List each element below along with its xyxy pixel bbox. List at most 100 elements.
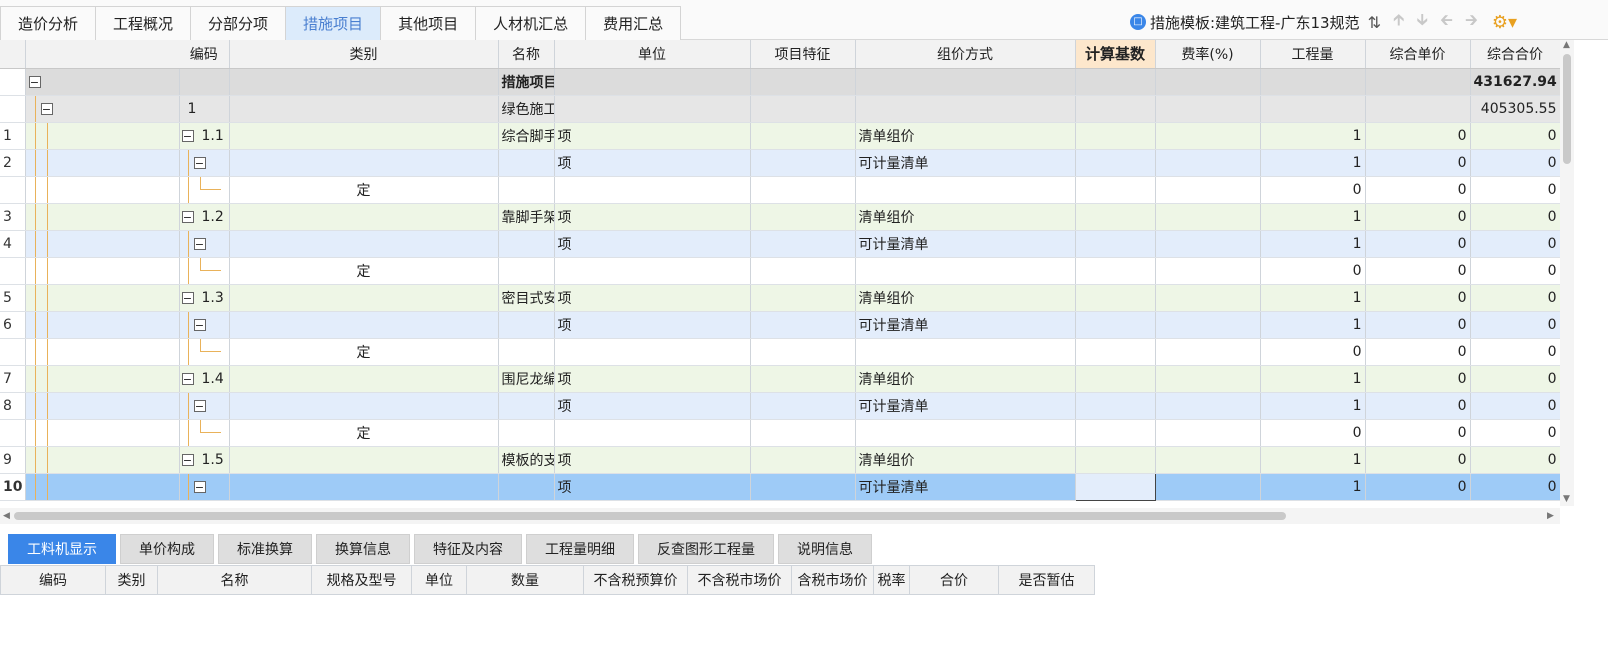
detail-column-header-7[interactable]: 不含税市场价 xyxy=(687,565,792,595)
rate-cell[interactable] xyxy=(1155,338,1261,366)
collapse-icon[interactable]: − xyxy=(193,238,206,250)
feature-cell[interactable] xyxy=(750,446,856,474)
calc-base-cell[interactable] xyxy=(1075,311,1156,339)
method-cell[interactable] xyxy=(855,257,1076,285)
table-row[interactable]: 定000[建筑工程] xyxy=(0,338,1560,366)
quantity-cell[interactable]: 1 xyxy=(1260,230,1366,258)
quantity-cell[interactable]: 0 xyxy=(1260,338,1366,366)
detail-tab-4[interactable]: 特征及内容 xyxy=(414,534,522,564)
calc-base-cell[interactable] xyxy=(1075,284,1156,312)
table-row[interactable]: − 1 绿色施工安全防护措施费 405305.55 xyxy=(0,95,1560,123)
rate-cell[interactable] xyxy=(1155,230,1261,258)
table-row[interactable]: 7−1.4围尼龙编织布项清单组价100 xyxy=(0,365,1560,393)
calc-base-cell[interactable] xyxy=(1075,338,1156,366)
detail-column-header-9[interactable]: 税率 xyxy=(873,565,910,595)
calc-base-cell[interactable] xyxy=(1075,203,1156,231)
name-cell[interactable] xyxy=(498,338,555,366)
scroll-right-icon[interactable]: ▶ xyxy=(1547,511,1554,521)
scroll-up-icon[interactable]: ▲ xyxy=(1563,40,1570,50)
column-header-1[interactable]: 类别 xyxy=(229,40,499,69)
method-cell[interactable] xyxy=(855,95,1076,123)
collapse-icon[interactable]: − xyxy=(193,481,206,493)
feature-cell[interactable] xyxy=(750,122,856,150)
rate-cell[interactable] xyxy=(1155,446,1261,474)
quantity-cell[interactable]: 1 xyxy=(1260,122,1366,150)
name-cell[interactable] xyxy=(498,149,555,177)
feature-cell[interactable] xyxy=(750,419,856,447)
method-cell[interactable]: 可计量清单 xyxy=(855,311,1076,339)
feature-cell[interactable] xyxy=(750,257,856,285)
rate-cell[interactable] xyxy=(1155,122,1261,150)
method-cell[interactable]: 清单组价 xyxy=(855,122,1076,150)
feature-cell[interactable] xyxy=(750,392,856,420)
move-left-icon[interactable]: 🡰 xyxy=(1440,9,1453,36)
name-cell[interactable] xyxy=(498,419,555,447)
method-cell[interactable]: 清单组价 xyxy=(855,203,1076,231)
calc-base-cell[interactable] xyxy=(1075,176,1156,204)
collapse-icon[interactable]: − xyxy=(28,76,41,88)
tab-0[interactable]: 造价分析 xyxy=(0,6,97,40)
collapse-icon[interactable]: − xyxy=(181,454,194,466)
template-label[interactable]: 措施模板:建筑工程-广东13规范 xyxy=(1150,12,1360,33)
name-cell[interactable] xyxy=(498,257,555,285)
horizontal-scroll-thumb[interactable] xyxy=(14,512,1286,520)
method-cell[interactable]: 清单组价 xyxy=(855,446,1076,474)
feature-cell[interactable] xyxy=(750,365,856,393)
rate-cell[interactable] xyxy=(1155,284,1261,312)
vertical-scroll-thumb[interactable] xyxy=(1563,54,1571,164)
feature-cell[interactable] xyxy=(750,284,856,312)
rate-cell[interactable] xyxy=(1155,176,1261,204)
detail-column-header-5[interactable]: 数量 xyxy=(466,565,584,595)
tab-5[interactable]: 人材机汇总 xyxy=(476,6,587,40)
settings-icon[interactable]: ⚙▾ xyxy=(1492,12,1517,33)
detail-column-header-4[interactable]: 单位 xyxy=(411,565,467,595)
detail-tab-1[interactable]: 单价构成 xyxy=(120,534,214,564)
calc-base-cell[interactable] xyxy=(1075,95,1156,123)
column-header-7[interactable]: 费率(%) xyxy=(1155,40,1261,69)
horizontal-scrollbar[interactable]: ◀ ▶ xyxy=(0,508,1560,524)
scroll-left-icon[interactable]: ◀ xyxy=(3,511,10,521)
feature-cell[interactable] xyxy=(750,203,856,231)
quantity-cell[interactable] xyxy=(1260,68,1366,96)
method-cell[interactable] xyxy=(855,176,1076,204)
name-cell[interactable]: 模板的支架 xyxy=(498,446,555,474)
calc-base-cell[interactable] xyxy=(1075,257,1156,285)
detail-tab-6[interactable]: 反查图形工程量 xyxy=(638,534,774,564)
name-cell[interactable]: 围尼龙编织布 xyxy=(498,365,555,393)
name-cell[interactable]: 综合脚手架 xyxy=(498,122,555,150)
collapse-icon[interactable]: − xyxy=(193,400,206,412)
feature-cell[interactable] xyxy=(750,473,856,501)
tab-4[interactable]: 其他项目 xyxy=(381,6,477,40)
method-cell[interactable] xyxy=(855,338,1076,366)
detail-tab-7[interactable]: 说明信息 xyxy=(778,534,872,564)
feature-cell[interactable] xyxy=(750,311,856,339)
quantity-cell[interactable] xyxy=(1260,95,1366,123)
move-up-icon[interactable]: 🡱 xyxy=(1393,9,1405,36)
calc-base-cell[interactable] xyxy=(1075,365,1156,393)
detail-column-header-8[interactable]: 含税市场价 xyxy=(791,565,874,595)
quantity-cell[interactable]: 1 xyxy=(1260,473,1366,501)
quantity-cell[interactable]: 1 xyxy=(1260,149,1366,177)
collapse-icon[interactable]: − xyxy=(181,292,194,304)
table-row[interactable]: 定000[建筑工程] xyxy=(0,257,1560,285)
method-cell[interactable] xyxy=(855,419,1076,447)
rate-cell[interactable] xyxy=(1155,203,1261,231)
quantity-cell[interactable]: 1 xyxy=(1260,446,1366,474)
collapse-icon[interactable]: − xyxy=(193,157,206,169)
name-cell[interactable] xyxy=(498,473,555,501)
table-row[interactable]: 1−1.1综合脚手架项清单组价100 xyxy=(0,122,1560,150)
detail-column-header-1[interactable]: 类别 xyxy=(105,565,158,595)
name-cell[interactable] xyxy=(498,392,555,420)
method-cell[interactable]: 清单组价 xyxy=(855,284,1076,312)
calc-base-cell[interactable] xyxy=(1075,149,1156,177)
name-cell[interactable]: 密目式安全网 xyxy=(498,284,555,312)
name-cell[interactable]: 措施项目 xyxy=(498,68,555,96)
table-row[interactable]: 10−项可计量清单100建筑工程 xyxy=(0,472,1560,501)
detail-column-header-3[interactable]: 规格及型号 xyxy=(311,565,412,595)
rate-cell[interactable] xyxy=(1155,365,1261,393)
rate-cell[interactable] xyxy=(1155,149,1261,177)
detail-column-header-0[interactable]: 编码 xyxy=(0,565,106,595)
rate-cell[interactable] xyxy=(1155,257,1261,285)
calc-base-cell[interactable] xyxy=(1074,472,1156,501)
table-row[interactable]: 8−项可计量清单100建筑工程 xyxy=(0,392,1560,420)
